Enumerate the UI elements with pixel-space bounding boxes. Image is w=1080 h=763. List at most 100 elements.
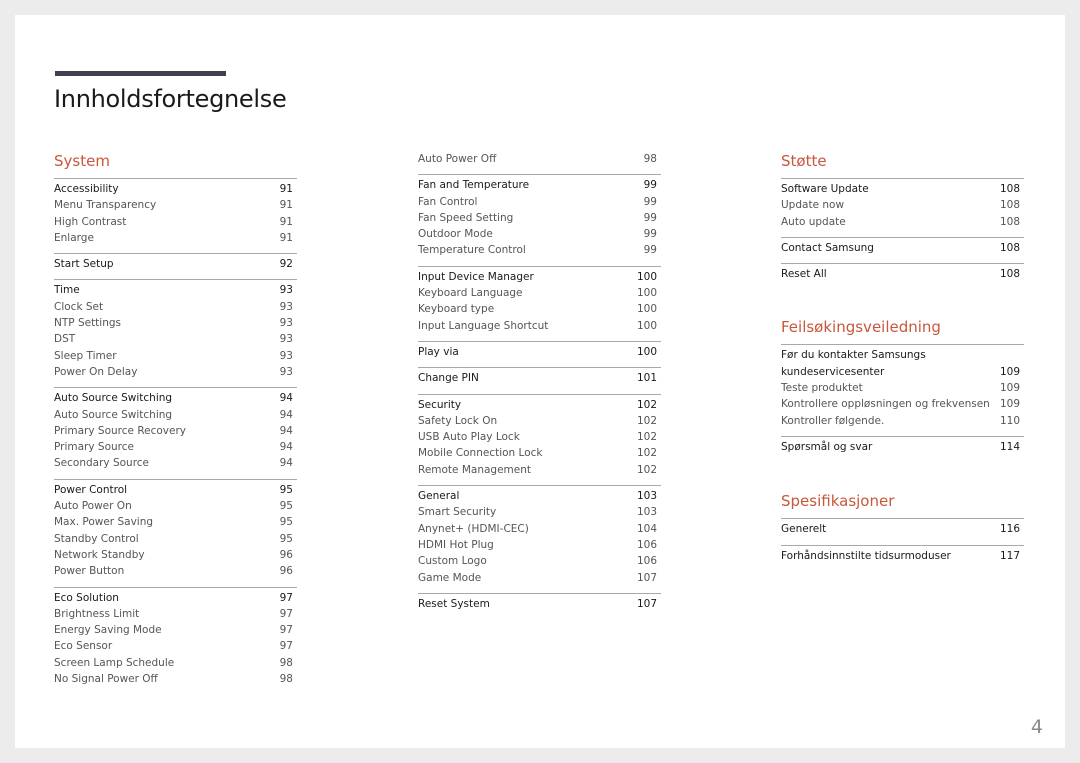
toc-page-number[interactable]: 94 [269,455,297,471]
toc-entry-heading[interactable]: Eco Solution 97 [54,590,297,606]
toc-entry-label[interactable]: Auto update [781,214,846,230]
toc-page-number[interactable]: 100 [633,269,661,285]
toc-page-number[interactable]: 92 [269,256,297,272]
toc-page-number[interactable]: 91 [269,181,297,197]
toc-entry-label[interactable]: Forhåndsinnstilte tidsurmoduser [781,548,951,564]
toc-entry-label[interactable]: Mobile Connection Lock [418,445,542,461]
toc-entry[interactable]: Auto Power Off 98 [418,151,661,167]
toc-entry-label[interactable]: Input Language Shortcut [418,318,548,334]
toc-entry[interactable]: Outdoor Mode 99 [418,226,661,242]
toc-entry[interactable]: Smart Security 103 [418,504,661,520]
toc-entry[interactable]: Update now 108 [781,197,1024,213]
toc-entry[interactable]: Enlarge 91 [54,230,297,246]
toc-page-number[interactable]: 109 [996,380,1024,396]
toc-entry-heading[interactable]: Fan and Temperature 99 [418,177,661,193]
toc-entry[interactable]: Custom Logo 106 [418,553,661,569]
toc-entry-label[interactable]: Contact Samsung [781,240,874,256]
toc-entry-heading[interactable]: Time 93 [54,282,297,298]
toc-page-number[interactable]: 97 [269,590,297,606]
toc-entry-label[interactable]: Security [418,397,461,413]
toc-entry-heading[interactable]: Auto Source Switching 94 [54,390,297,406]
toc-entry-label[interactable]: Eco Solution [54,590,119,606]
toc-page-number[interactable]: 96 [269,547,297,563]
toc-entry-label[interactable]: Kontroller følgende. [781,413,884,429]
toc-page-number[interactable]: 97 [269,638,297,654]
toc-entry-label[interactable]: Change PIN [418,370,479,386]
toc-entry[interactable]: Anynet+ (HDMI-CEC) 104 [418,521,661,537]
toc-entry[interactable]: Secondary Source 94 [54,455,297,471]
toc-entry-heading[interactable]: Software Update 108 [781,181,1024,197]
toc-entry[interactable]: Energy Saving Mode 97 [54,622,297,638]
toc-entry-heading[interactable]: Power Control 95 [54,482,297,498]
toc-page-number[interactable]: 110 [996,413,1024,429]
toc-page-number[interactable]: 91 [269,230,297,246]
toc-entry-label[interactable]: Time [54,282,80,298]
toc-entry-label[interactable]: Play via [418,344,459,360]
toc-entry-label[interactable]: Standby Control [54,531,139,547]
toc-entry-label[interactable]: Keyboard Language [418,285,523,301]
toc-entry-label[interactable]: DST [54,331,75,347]
toc-page-number[interactable]: 109 [996,396,1024,412]
toc-entry-label[interactable]: Start Setup [54,256,114,272]
toc-page-number[interactable]: 93 [269,364,297,380]
toc-entry-label[interactable]: Generelt [781,521,826,537]
toc-page-number[interactable]: 108 [996,240,1024,256]
toc-entry-label[interactable]: Brightness Limit [54,606,139,622]
toc-entry-label[interactable]: Clock Set [54,299,103,315]
toc-page-number[interactable]: 97 [269,606,297,622]
toc-entry-label[interactable]: Safety Lock On [418,413,497,429]
toc-page-number[interactable]: 109 [996,364,1024,380]
toc-page-number[interactable]: 116 [996,521,1024,537]
toc-entry-label[interactable]: High Contrast [54,214,126,230]
toc-page-number[interactable]: 102 [633,429,661,445]
toc-page-number[interactable]: 93 [269,315,297,331]
toc-entry[interactable]: Eco Sensor 97 [54,638,297,654]
toc-entry-label[interactable]: USB Auto Play Lock [418,429,520,445]
toc-entry-label[interactable]: Power On Delay [54,364,137,380]
toc-entry-label[interactable]: Update now [781,197,844,213]
toc-page-number[interactable]: 108 [996,214,1024,230]
toc-entry[interactable]: Fan Speed Setting 99 [418,210,661,226]
toc-entry[interactable]: Auto Power On 95 [54,498,297,514]
toc-entry-label[interactable]: Fan and Temperature [418,177,529,193]
toc-page-number[interactable]: 101 [633,370,661,386]
toc-page-number[interactable]: 117 [996,548,1024,564]
toc-entry-label[interactable]: General [418,488,459,504]
toc-page-number[interactable]: 95 [269,514,297,530]
toc-entry-heading[interactable]: Accessibility 91 [54,181,297,197]
toc-entry-label[interactable]: Enlarge [54,230,94,246]
toc-entry[interactable]: Screen Lamp Schedule 98 [54,655,297,671]
toc-page-number[interactable]: 99 [633,210,661,226]
toc-page-number[interactable]: 100 [633,318,661,334]
toc-entry-label-line1[interactable]: Før du kontakter Samsungs [781,347,1024,363]
toc-page-number[interactable]: 99 [633,242,661,258]
toc-entry[interactable]: Auto update 108 [781,214,1024,230]
toc-page-number[interactable]: 102 [633,397,661,413]
toc-page-number[interactable]: 99 [633,177,661,193]
toc-entry[interactable]: No Signal Power Off 98 [54,671,297,687]
toc-entry-heading[interactable]: Forhåndsinnstilte tidsurmoduser 117 [781,548,1024,564]
toc-entry[interactable]: Kontrollere oppløsningen og frekvensen 10… [781,396,1024,412]
toc-entry-heading[interactable]: Generelt 116 [781,521,1024,537]
toc-page-number[interactable]: 91 [269,214,297,230]
toc-page-number[interactable]: 95 [269,531,297,547]
toc-page-number[interactable]: 100 [633,301,661,317]
toc-page-number[interactable]: 97 [269,622,297,638]
toc-page-number[interactable]: 93 [269,331,297,347]
toc-entry-heading[interactable]: Change PIN 101 [418,370,661,386]
toc-entry-label[interactable]: NTP Settings [54,315,121,331]
toc-page-number[interactable]: 102 [633,413,661,429]
toc-entry[interactable]: USB Auto Play Lock 102 [418,429,661,445]
toc-page-number[interactable]: 108 [996,266,1024,282]
toc-page-number[interactable]: 93 [269,299,297,315]
toc-entry-label[interactable]: Kontrollere oppløsningen og frekvensen [781,396,990,412]
toc-entry-label[interactable]: Temperature Control [418,242,526,258]
toc-entry-label[interactable]: HDMI Hot Plug [418,537,494,553]
toc-entry-label[interactable]: Custom Logo [418,553,487,569]
toc-entry[interactable]: NTP Settings 93 [54,315,297,331]
toc-entry-label[interactable]: Power Button [54,563,124,579]
toc-entry[interactable]: Safety Lock On 102 [418,413,661,429]
toc-entry-label[interactable]: Energy Saving Mode [54,622,162,638]
toc-entry[interactable]: Keyboard Language 100 [418,285,661,301]
toc-entry-label[interactable]: Primary Source Recovery [54,423,186,439]
